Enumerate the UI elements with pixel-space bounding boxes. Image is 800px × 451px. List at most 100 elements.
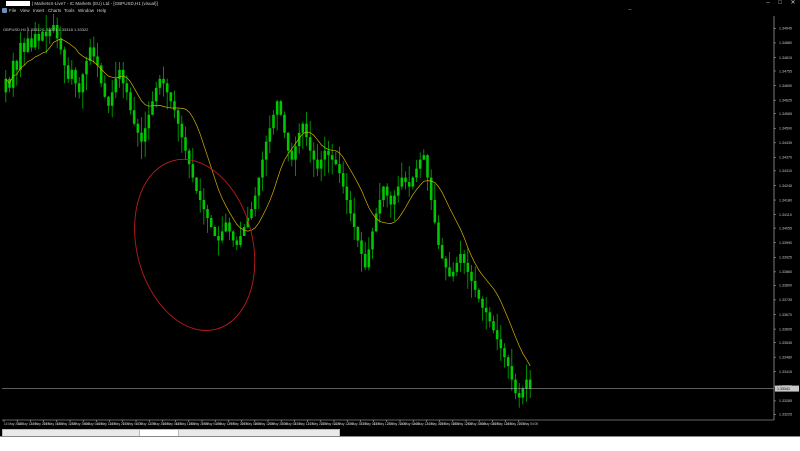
candle-body — [176, 110, 180, 124]
candle-body — [239, 235, 242, 245]
candle-body — [290, 150, 294, 160]
candle-body — [385, 186, 389, 196]
candle-body — [514, 379, 517, 394]
menu-charts[interactable]: Charts — [48, 7, 61, 14]
candle-body — [268, 128, 272, 142]
y-tick-label: 1.34055 — [779, 226, 792, 230]
candle-body — [195, 177, 198, 192]
candle-body — [330, 155, 334, 160]
y-tick-label: 1.34435 — [779, 141, 792, 145]
y-tick-label: 1.33670 — [779, 313, 792, 317]
candle-body — [312, 150, 316, 160]
candle-body — [477, 289, 481, 299]
candle-body — [158, 78, 162, 88]
candle-body — [495, 330, 499, 340]
status-bar — [0, 436, 800, 451]
candle-body — [506, 357, 510, 367]
candle-body — [74, 69, 77, 84]
candle-body — [334, 159, 338, 165]
candle-body — [4, 78, 8, 93]
candle-body — [440, 244, 444, 259]
candle-body — [70, 69, 74, 79]
candle-body — [327, 150, 330, 156]
maximize-button[interactable]: □ — [775, 0, 785, 7]
menu-insert[interactable]: Insert — [33, 7, 44, 14]
y-tick-label: 1.33990 — [779, 241, 792, 245]
candle-body — [484, 307, 488, 313]
candle-body — [316, 159, 319, 169]
candle-body — [213, 226, 217, 236]
menu-tools[interactable]: Tools — [64, 7, 75, 14]
candle-body — [77, 83, 81, 93]
y-tick-label: 1.34115 — [779, 213, 792, 217]
candle-body — [85, 60, 88, 75]
candle-body — [510, 366, 514, 380]
chart-window[interactable]: 1.34945 1.34880 1.34815 1.34755 1.34690 1.346… — [0, 7, 800, 426]
candle-body — [88, 47, 92, 61]
candle-body — [356, 226, 360, 241]
candle-body — [404, 177, 407, 183]
menu-file[interactable]: File — [9, 7, 16, 14]
redacted-account — [6, 1, 30, 6]
candle-body — [308, 137, 312, 151]
candle-body — [257, 177, 261, 196]
candle-body — [220, 231, 224, 241]
menu-window[interactable]: Window — [78, 7, 94, 14]
close-button[interactable]: ✕ — [788, 0, 798, 7]
candle-body — [499, 339, 503, 349]
minimize-button[interactable]: – — [763, 0, 773, 7]
window-title: | MarketsX-Live7 - IC Markets (EU) Ltd -… — [32, 1, 158, 6]
candle-body — [367, 249, 371, 268]
candle-body — [162, 78, 165, 84]
candle-body — [202, 200, 206, 210]
candle-body — [481, 298, 484, 308]
candle-body — [407, 182, 411, 187]
candle-body — [169, 92, 173, 102]
candle-body — [341, 173, 345, 187]
price-chart[interactable]: 1.34945 1.34880 1.34815 1.34755 1.34690 1.346… — [0, 7, 800, 426]
y-tick-label: 1.34690 — [779, 84, 792, 88]
chart-minimize-button[interactable]: – — [626, 7, 634, 14]
candle-body — [147, 114, 151, 129]
candle-body — [492, 321, 495, 331]
y-tick-label: 1.34755 — [779, 69, 792, 73]
y-tick-label: 1.33800 — [779, 284, 792, 288]
y-tick-label: 1.33735 — [779, 298, 792, 302]
menu-help[interactable]: Help — [97, 7, 106, 14]
candle-body — [283, 114, 286, 133]
candle-body — [66, 65, 70, 79]
candle-body — [528, 379, 532, 389]
y-tick-label: 1.34500 — [779, 127, 792, 131]
candle-body — [30, 38, 33, 48]
candle-body — [26, 38, 30, 52]
candle-body — [272, 114, 275, 129]
candle-body — [393, 195, 396, 205]
candle-body — [371, 231, 374, 250]
candle-body — [279, 101, 283, 115]
candle-body — [184, 137, 187, 151]
candle-body — [448, 267, 451, 277]
candle-body — [444, 258, 448, 268]
candle-body — [143, 128, 147, 142]
candle-body — [41, 31, 44, 41]
y-tick-label: 1.34370 — [779, 156, 792, 160]
candle-body — [228, 222, 231, 232]
candle-body — [180, 123, 184, 138]
candle-body — [59, 38, 63, 50]
symbol-info: GBPUSD,H1 1.33322 1.33331 1.33318 1.3332… — [3, 27, 89, 32]
candle-body — [400, 177, 404, 187]
candle-body — [264, 141, 268, 160]
candle-body — [275, 101, 279, 115]
candle-body — [374, 213, 378, 232]
candle-body — [250, 209, 253, 218]
menu-view[interactable]: View — [20, 7, 30, 14]
candle-body — [352, 213, 356, 227]
candle-body — [363, 253, 367, 268]
candle-body — [396, 186, 400, 196]
candle-body — [187, 150, 191, 165]
candle-body — [488, 312, 492, 322]
candle-body — [470, 271, 473, 281]
candle-body — [114, 78, 118, 93]
candle-body — [323, 150, 327, 160]
y-tick-label: 1.34625 — [779, 98, 792, 102]
